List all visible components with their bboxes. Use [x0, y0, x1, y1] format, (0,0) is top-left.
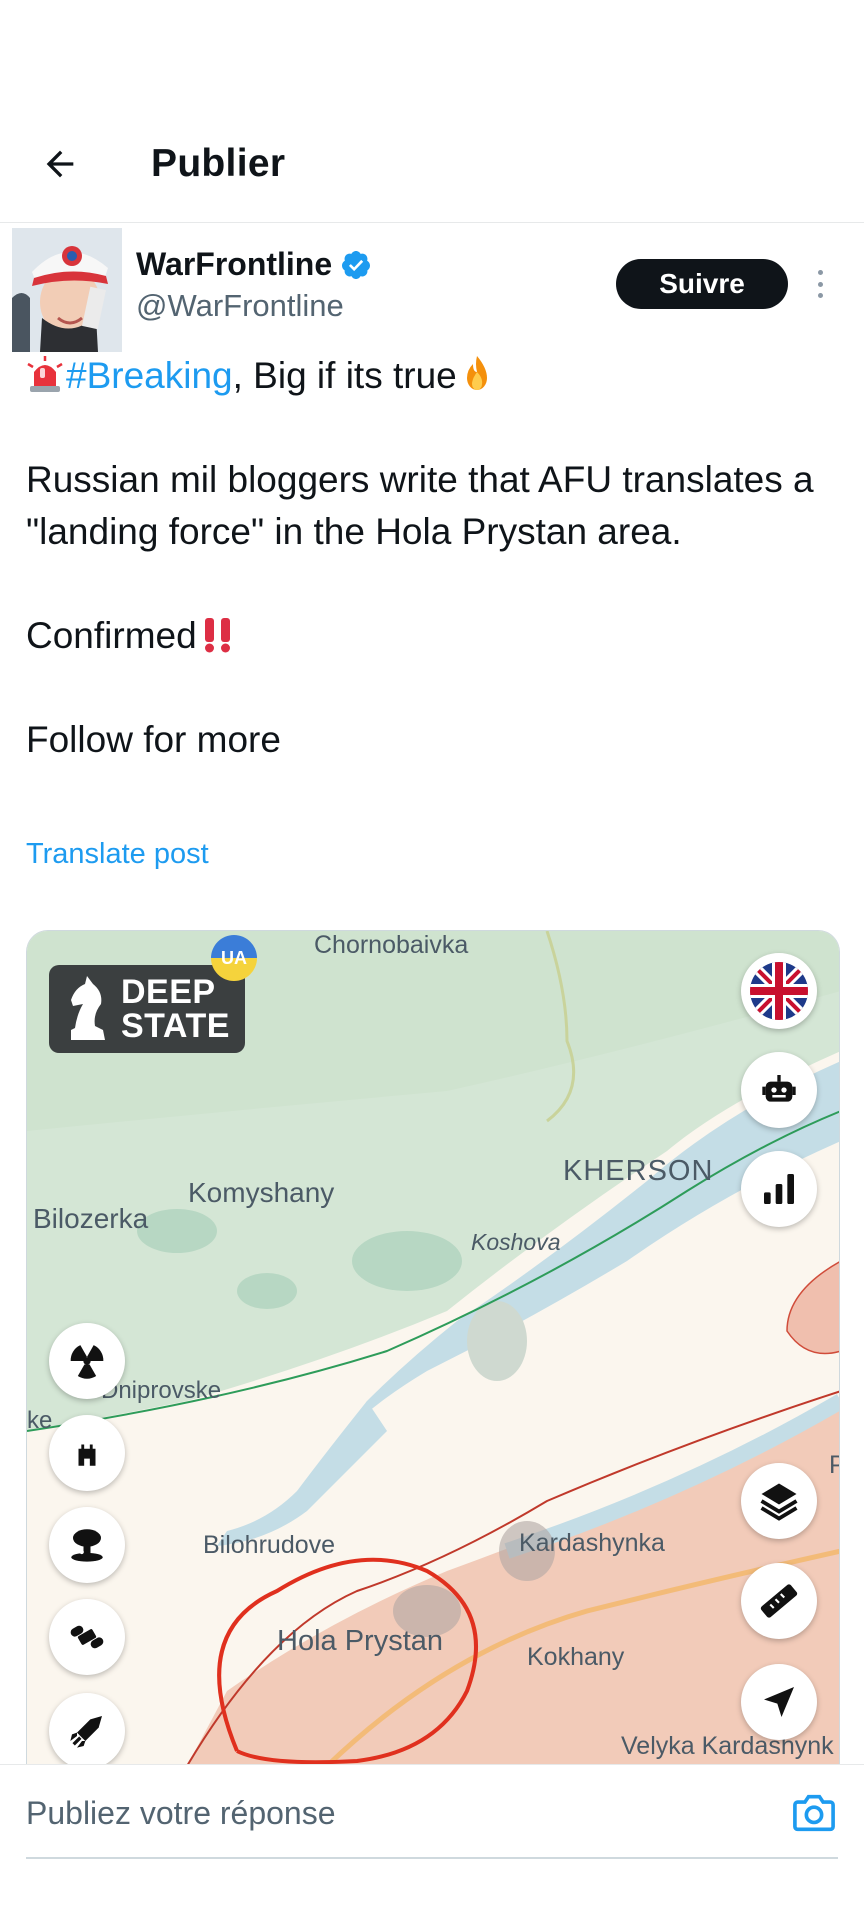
avatar[interactable] — [12, 228, 122, 352]
arrow-left-icon — [46, 150, 74, 178]
siren-emoji-icon — [27, 356, 63, 392]
map-label-chornobaivka: Chornobaivka — [314, 931, 469, 959]
statistics-button[interactable] — [741, 1151, 817, 1227]
ruler-button[interactable] — [741, 1563, 817, 1639]
more-options-button[interactable] — [808, 264, 832, 304]
follow-button[interactable]: Suivre — [616, 259, 788, 309]
top-app-bar: Publier — [0, 110, 864, 223]
tank-tracks-icon — [70, 1625, 104, 1649]
tweet-paragraph-4: Follow for more — [26, 719, 281, 760]
reply-composer: Publiez votre réponse — [0, 1764, 864, 1865]
verified-badge-icon — [342, 250, 371, 279]
tweet-line-1-text: , Big if its true — [232, 355, 457, 396]
navigation-arrow-icon — [764, 1687, 794, 1717]
radiation-button[interactable] — [49, 1323, 125, 1399]
map-label-velyka: Velyka Kardashynk — [621, 1732, 834, 1760]
tweet-paragraph-2: Russian mil bloggers write that AFU tran… — [26, 459, 814, 552]
locate-button[interactable] — [741, 1664, 817, 1740]
explosion-icon — [71, 1529, 103, 1562]
map-label-p: P — [829, 1451, 839, 1480]
map-label-kardashynka: Kardashynka — [519, 1529, 665, 1557]
translate-post-link[interactable]: Translate post — [26, 838, 209, 871]
author-display-name[interactable]: WarFrontline — [136, 246, 332, 283]
map-label-ke: ke — [27, 1407, 53, 1434]
equipment-button[interactable] — [49, 1599, 125, 1675]
hashtag-link[interactable]: #Breaking — [66, 355, 233, 396]
signal-bars-icon — [764, 1174, 794, 1204]
radiation-icon — [70, 1345, 104, 1379]
double-exclamation-emoji-icon — [204, 618, 230, 653]
back-button[interactable] — [36, 140, 84, 188]
fortification-button[interactable] — [49, 1415, 125, 1491]
page-title: Publier — [151, 142, 286, 185]
castle-icon — [78, 1444, 96, 1466]
tweet-paragraph-3: Confirmed — [26, 615, 197, 656]
fire-emoji-icon — [466, 356, 487, 390]
map-label-kherson: KHERSON — [563, 1155, 714, 1187]
language-button[interactable] — [741, 953, 817, 1029]
explosion-button[interactable] — [49, 1507, 125, 1583]
robot-icon — [762, 1075, 796, 1102]
ruler-icon — [760, 1584, 798, 1618]
tweet-body: #Breaking, Big if its true Russian mil b… — [26, 350, 836, 766]
camera-icon[interactable] — [792, 1793, 836, 1833]
missile-icon — [70, 1716, 102, 1748]
reply-input[interactable]: Publiez votre réponse — [26, 1795, 336, 1832]
layers-icon — [760, 1483, 798, 1521]
tweet-line-confirmed: Confirmed — [26, 610, 836, 662]
bot-button[interactable] — [741, 1052, 817, 1128]
author-name-row[interactable]: WarFrontline — [136, 246, 372, 283]
map-label-bilohrudove: Bilohrudove — [203, 1531, 336, 1559]
knight-chess-icon — [71, 976, 105, 1040]
ua-badge: UA — [211, 935, 257, 981]
deep-state-logo: DEEP STATE — [49, 965, 245, 1053]
map-label-hola-prystan: Hola Prystan — [277, 1625, 444, 1657]
tweet-line-1: #Breaking, Big if its true — [26, 350, 836, 402]
map-label-koshova: Koshova — [471, 1229, 561, 1255]
deep-state-wordmark: DEEP STATE — [121, 973, 230, 1045]
map-label-kokhany: Kokhany — [527, 1643, 625, 1671]
map-label-bilozerka: Bilozerka — [33, 1203, 149, 1234]
map-label-komyshany: Komyshany — [188, 1177, 335, 1208]
tweet-media-map[interactable]: Chornobaivka KHERSON Komyshany Bilozerka… — [26, 930, 840, 1765]
missile-button[interactable] — [49, 1693, 125, 1765]
reply-underline — [26, 1857, 838, 1859]
more-vertical-icon — [817, 270, 823, 275]
author-handle[interactable]: @WarFrontline — [136, 288, 344, 324]
layers-button[interactable] — [741, 1463, 817, 1539]
uk-flag-icon — [750, 962, 808, 1020]
